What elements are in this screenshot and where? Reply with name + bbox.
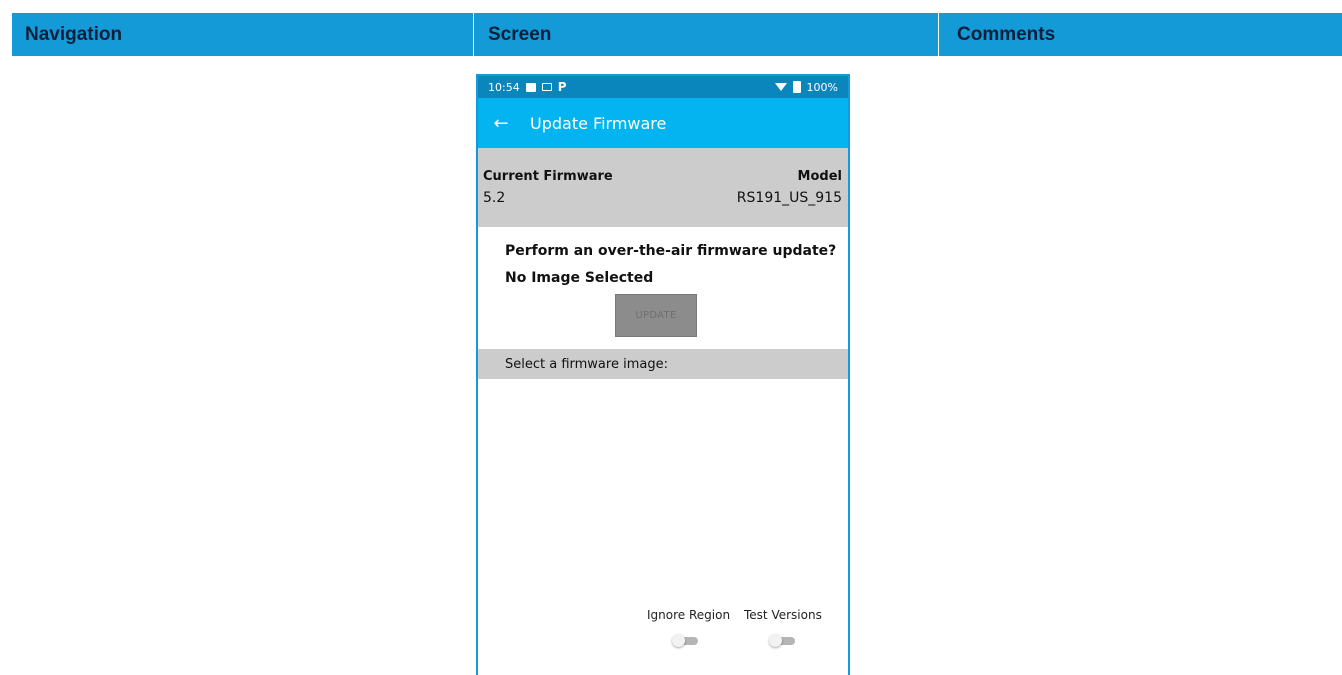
- wifi-icon: [774, 83, 787, 91]
- firmware-image-list[interactable]: Ignore Region Test Versions: [478, 379, 848, 675]
- ota-update-question: Perform an over-the-air firmware update?: [505, 243, 837, 259]
- update-section: Perform an over-the-air firmware update?…: [478, 227, 848, 349]
- app-bar-title: Update Firmware: [530, 113, 667, 133]
- update-button[interactable]: UPDATE: [615, 294, 697, 337]
- battery-percentage: 100%: [806, 80, 838, 94]
- model-label: Model: [797, 169, 842, 184]
- firmware-info-panel: Current Firmware 5.2 Model RS191_US_915: [478, 148, 848, 227]
- model-value: RS191_US_915: [736, 190, 842, 206]
- back-arrow-icon[interactable]: ←: [478, 113, 524, 134]
- parking-notification-icon: P: [557, 80, 567, 94]
- app-bar: ← Update Firmware: [478, 98, 848, 148]
- image-selection-status: No Image Selected: [505, 270, 654, 286]
- phone-screenshot: 10:54 P 100% ← Update Firmware Current F…: [476, 74, 850, 675]
- test-versions-label: Test Versions: [744, 608, 822, 622]
- battery-icon: [792, 81, 801, 93]
- ignore-region-toggle[interactable]: [672, 634, 698, 647]
- screen-column-header: Screen: [473, 13, 938, 56]
- ignore-region-label: Ignore Region: [647, 608, 731, 622]
- status-time: 10:54: [488, 80, 520, 94]
- table-header-row: Navigation Screen Comments: [12, 13, 1342, 56]
- test-versions-toggle[interactable]: [769, 634, 795, 647]
- status-bar: 10:54 P 100%: [478, 76, 848, 98]
- mail-notification-icon: [541, 83, 552, 91]
- navigation-column-header: Navigation: [25, 23, 123, 45]
- comments-column-header: Comments: [938, 13, 1342, 56]
- select-firmware-header: Select a firmware image:: [478, 349, 848, 379]
- image-notification-icon: [525, 82, 536, 92]
- current-firmware-value: 5.2: [483, 190, 506, 206]
- current-firmware-label: Current Firmware: [483, 169, 613, 184]
